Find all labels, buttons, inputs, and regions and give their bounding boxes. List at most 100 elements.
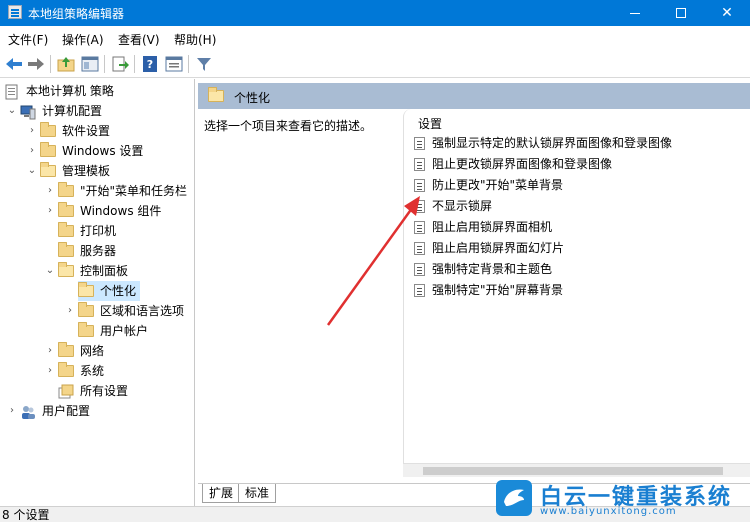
chevron-right-icon[interactable]: › <box>26 121 38 141</box>
tree-item-region-language[interactable]: › 区域和语言选项 <box>64 301 192 321</box>
filter-icon[interactable] <box>194 54 214 74</box>
setting-label: 阻止更改锁屏界面图像和登录图像 <box>432 157 613 171</box>
tree-item-windows-settings[interactable]: › Windows 设置 <box>26 141 192 161</box>
chevron-right-icon[interactable]: › <box>44 361 56 381</box>
tree-item-computer-config[interactable]: ⌄ 计算机配置 <box>6 101 192 121</box>
chevron-right-icon[interactable]: › <box>6 401 18 421</box>
bird-logo-icon <box>496 480 532 516</box>
tree-item-admin-templates[interactable]: ⌄ 管理模板 <box>26 161 192 181</box>
folder-icon <box>58 182 74 198</box>
menu-view[interactable]: 查看(V) <box>118 31 160 48</box>
folder-icon <box>208 87 224 102</box>
toolbar: ? <box>0 50 750 78</box>
tab-standard[interactable]: 标准 <box>238 484 277 503</box>
tree-item-start-menu[interactable]: › "开始"菜单和任务栏 <box>44 181 192 201</box>
back-arrow-icon[interactable] <box>4 54 24 74</box>
tree-label: 用户配置 <box>42 404 91 418</box>
chevron-right-icon[interactable]: › <box>44 201 56 221</box>
tree-item-personalization[interactable]: 个性化 <box>64 281 192 301</box>
toolbar-separator <box>104 55 105 73</box>
menu-bar: 文件(F) 操作(A) 查看(V) 帮助(H) <box>0 26 750 50</box>
tree-label: 个性化 <box>100 284 137 298</box>
setting-label: 阻止启用锁屏界面相机 <box>432 220 553 234</box>
tree-label: 区域和语言选项 <box>100 304 185 318</box>
setting-label: 强制特定背景和主题色 <box>432 262 553 276</box>
menu-file[interactable]: 文件(F) <box>8 31 48 48</box>
tree-item-all-settings[interactable]: 所有设置 <box>44 381 192 401</box>
tree-item-server[interactable]: 服务器 <box>44 241 192 261</box>
tree-item-user-config[interactable]: › 用户配置 <box>6 401 192 421</box>
chevron-right-icon[interactable]: › <box>64 301 76 321</box>
toolbar-separator <box>50 55 51 73</box>
tree-item-network[interactable]: › 网络 <box>44 341 192 361</box>
chevron-down-icon[interactable]: ⌄ <box>6 101 18 121</box>
app-icon <box>8 5 22 19</box>
detail-header: 个性化 <box>198 83 750 109</box>
menu-action[interactable]: 操作(A) <box>62 31 104 48</box>
setting-label: 强制显示特定的默认锁屏界面图像和登录图像 <box>432 136 673 150</box>
tree-item-software-settings[interactable]: › 软件设置 <box>26 121 192 141</box>
window-title: 本地组策略编辑器 <box>28 7 125 21</box>
maximize-button[interactable] <box>658 0 704 26</box>
tree-label: 软件设置 <box>62 124 111 138</box>
scrollbar-thumb[interactable] <box>423 467 723 475</box>
settings-list[interactable]: 设置 强制显示特定的默认锁屏界面图像和登录图像 阻止更改锁屏界面图像和登录图像 … <box>403 109 750 477</box>
setting-label: 阻止启用锁屏界面幻灯片 <box>432 241 565 255</box>
properties-icon[interactable] <box>164 54 184 74</box>
policy-setting-icon <box>414 137 425 150</box>
folder-up-icon[interactable] <box>56 54 76 74</box>
title-bar: 本地组策略编辑器 ✕ <box>0 0 750 26</box>
tree-item-control-panel[interactable]: ⌄ 控制面板 <box>44 261 192 281</box>
export-icon[interactable] <box>110 54 130 74</box>
computer-icon <box>20 104 36 120</box>
folder-icon <box>58 262 74 278</box>
setting-label: 不显示锁屏 <box>432 199 493 213</box>
chevron-right-icon[interactable]: › <box>44 341 56 361</box>
tree-item-windows-components[interactable]: › Windows 组件 <box>44 201 192 221</box>
tree-label: 所有设置 <box>80 384 129 398</box>
horizontal-scrollbar[interactable] <box>403 463 750 477</box>
forward-arrow-icon[interactable] <box>26 54 46 74</box>
tree-label: "开始"菜单和任务栏 <box>80 184 188 198</box>
detail-title: 个性化 <box>234 91 271 105</box>
folder-open-icon <box>78 282 94 298</box>
description-text: 选择一个项目来查看它的描述。 <box>204 119 373 133</box>
watermark: 白云一键重装系统 www.baiyunxitong.com <box>496 478 750 522</box>
tree-item-root[interactable]: 本地计算机 策略 <box>2 81 192 101</box>
chevron-right-icon[interactable]: › <box>44 181 56 201</box>
tree-item-system[interactable]: › 系统 <box>44 361 192 381</box>
tree-item-user-accounts[interactable]: 用户帐户 <box>64 321 192 341</box>
folder-icon <box>40 142 56 158</box>
minimize-button[interactable] <box>612 0 658 26</box>
folder-icon <box>78 302 94 318</box>
chevron-right-icon[interactable]: › <box>26 141 38 161</box>
folder-icon <box>58 362 74 378</box>
detail-pane: 个性化 选择一个项目来查看它的描述。 设置 强制显示特定的默认锁屏界面图像和登录… <box>198 79 750 506</box>
tree-pane[interactable]: 本地计算机 策略 ⌄ 计算机配置 › 软件设置 › Windows 设置 ⌄ 管… <box>0 79 195 506</box>
status-text: 8 个设置 <box>2 508 50 522</box>
help-icon[interactable]: ? <box>140 54 160 74</box>
chevron-down-icon[interactable]: ⌄ <box>26 161 38 181</box>
tree-label: 管理模板 <box>62 164 111 178</box>
tree-label: 计算机配置 <box>42 104 103 118</box>
tree-item-printers[interactable]: 打印机 <box>44 221 192 241</box>
annotation-arrow <box>326 196 420 326</box>
folder-icon <box>58 222 74 238</box>
close-button[interactable]: ✕ <box>704 0 750 26</box>
users-icon <box>20 404 36 419</box>
tab-extended[interactable]: 扩展 <box>202 484 241 503</box>
show-hide-tree-icon[interactable] <box>80 54 100 74</box>
settings-column-header[interactable]: 设置 <box>418 115 442 132</box>
folder-icon <box>58 242 74 258</box>
tree-label: Windows 组件 <box>80 204 162 218</box>
chevron-down-icon[interactable]: ⌄ <box>44 261 56 281</box>
tree-label: 用户帐户 <box>100 324 149 338</box>
folder-icon <box>40 122 56 138</box>
tree-label: 系统 <box>80 364 105 378</box>
toolbar-separator <box>188 55 189 73</box>
minimize-icon <box>630 12 640 14</box>
menu-help[interactable]: 帮助(H) <box>174 31 216 48</box>
close-icon: ✕ <box>721 5 733 21</box>
watermark-url: www.baiyunxitong.com <box>540 506 677 517</box>
folder-icon <box>58 202 74 218</box>
